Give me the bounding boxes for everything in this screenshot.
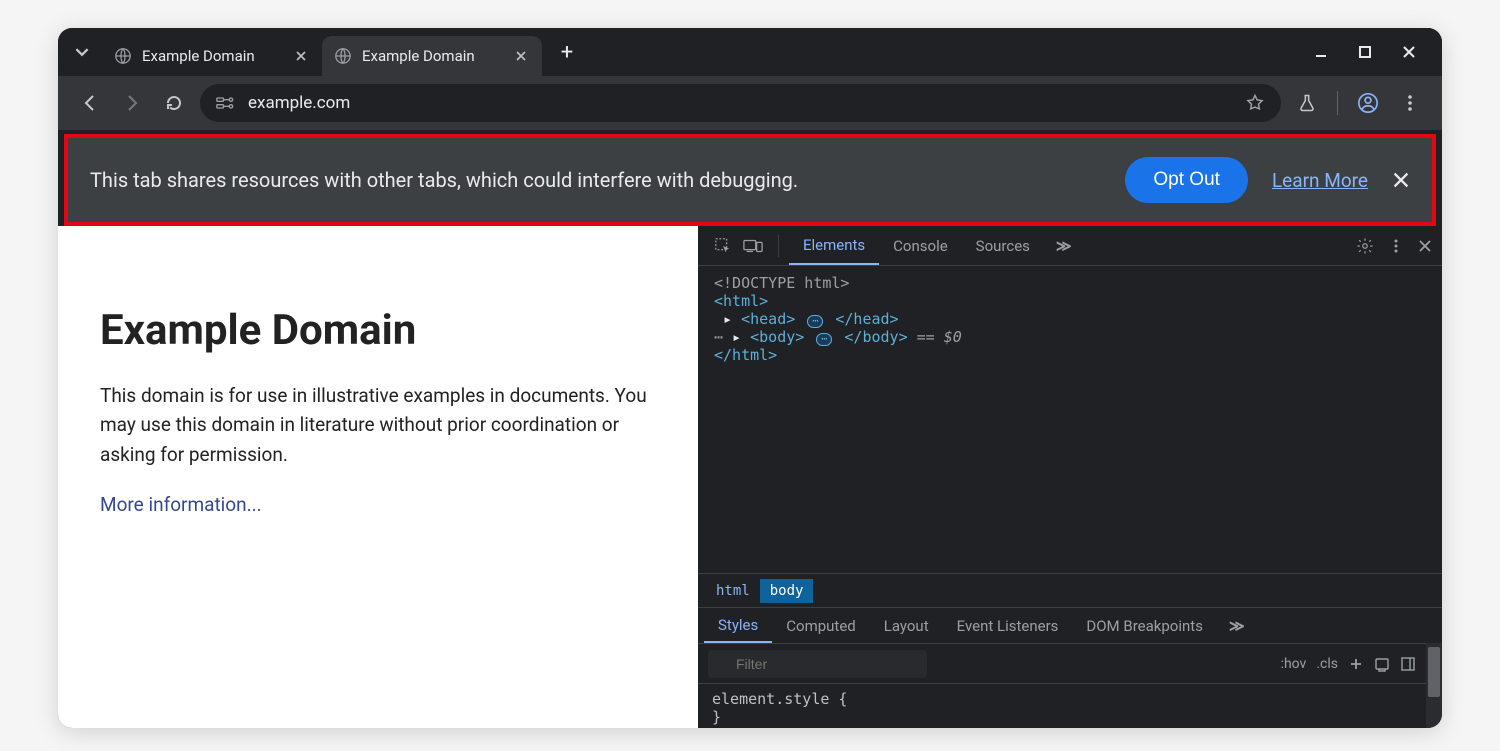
- toggle-panel-icon[interactable]: [1400, 656, 1416, 672]
- tab-close-icon[interactable]: [292, 47, 310, 65]
- profile-icon[interactable]: [1352, 87, 1384, 119]
- maximize-button[interactable]: [1358, 45, 1372, 59]
- rule-selector: element.style {: [712, 690, 1412, 708]
- window-controls: [1314, 45, 1442, 59]
- minimize-button[interactable]: [1314, 45, 1328, 59]
- styles-scrollbar[interactable]: [1426, 643, 1442, 728]
- styles-filter-bar: :hov .cls: [698, 643, 1426, 683]
- new-style-rule-icon[interactable]: [1348, 656, 1364, 672]
- crumb-html[interactable]: html: [706, 579, 760, 603]
- devtools-tab-elements[interactable]: Elements: [789, 226, 879, 265]
- styles-filter-input[interactable]: [708, 650, 927, 678]
- address-bar[interactable]: example.com: [200, 84, 1281, 122]
- toolbar: example.com: [58, 76, 1442, 130]
- info-banner-highlight: This tab shares resources with other tab…: [64, 134, 1436, 226]
- devtools-tab-console[interactable]: Console: [879, 226, 962, 265]
- device-toggle-icon[interactable]: [738, 238, 768, 254]
- subtab-styles[interactable]: Styles: [704, 608, 772, 643]
- subtab-dom-breakpoints[interactable]: DOM Breakpoints: [1072, 608, 1217, 643]
- styles-lower: :hov .cls element.style { }: [698, 643, 1442, 728]
- new-tab-button[interactable]: +: [552, 37, 582, 67]
- tab-close-icon[interactable]: [512, 47, 530, 65]
- labs-icon[interactable]: [1291, 87, 1323, 119]
- separator: [1337, 91, 1338, 115]
- separator: [778, 235, 779, 257]
- tab-active[interactable]: Example Domain: [322, 36, 542, 76]
- devtools-settings-icon[interactable]: [1356, 237, 1374, 255]
- devtools-panel: Elements Console Sources ≫ <!DOCTYPE htm…: [698, 226, 1442, 728]
- styles-subtabs: Styles Computed Layout Event Listeners D…: [698, 607, 1442, 643]
- back-button[interactable]: [74, 87, 106, 119]
- page-heading: Example Domain: [100, 306, 656, 355]
- info-banner: This tab shares resources with other tab…: [68, 138, 1432, 222]
- tab-bar: Example Domain Example Domain +: [58, 28, 1442, 76]
- menu-icon[interactable]: [1394, 87, 1426, 119]
- subtab-layout[interactable]: Layout: [870, 608, 943, 643]
- dom-tree[interactable]: <!DOCTYPE html> <html> ▸ <head> ⋯ </head…: [698, 266, 1442, 573]
- selected-marker: == $0: [908, 328, 962, 346]
- globe-icon: [114, 47, 132, 65]
- page-paragraph: This domain is for use in illustrative e…: [100, 381, 656, 469]
- page-content: Example Domain This domain is for use in…: [58, 226, 698, 728]
- devtools-tabs-overflow[interactable]: ≫: [1048, 237, 1080, 255]
- cls-toggle[interactable]: .cls: [1316, 656, 1338, 672]
- forward-button[interactable]: [116, 87, 148, 119]
- more-info-link[interactable]: More information...: [100, 493, 262, 516]
- tab-search-dropdown[interactable]: [68, 38, 96, 66]
- inspect-icon[interactable]: [708, 237, 738, 255]
- tab-title: Example Domain: [142, 47, 282, 65]
- devtools-tab-sources[interactable]: Sources: [962, 226, 1044, 265]
- address-text: example.com: [248, 93, 350, 113]
- dom-html-close: </html>: [714, 346, 777, 364]
- hov-toggle[interactable]: :hov: [1281, 656, 1307, 672]
- dom-html-open: <html>: [714, 292, 768, 310]
- globe-icon: [334, 47, 352, 65]
- dom-head-close: </head>: [835, 310, 898, 328]
- devtools-tabs: Elements Console Sources ≫: [698, 226, 1442, 266]
- computed-styles-icon[interactable]: [1374, 656, 1390, 672]
- close-window-button[interactable]: [1402, 45, 1416, 59]
- dom-body-open: <body>: [750, 328, 804, 346]
- collapsed-badge[interactable]: ⋯: [807, 315, 823, 328]
- style-rules[interactable]: element.style { }: [698, 683, 1426, 728]
- subtab-computed[interactable]: Computed: [772, 608, 870, 643]
- browser-window: Example Domain Example Domain +: [58, 28, 1442, 728]
- learn-more-link[interactable]: Learn More: [1272, 169, 1368, 192]
- collapsed-badge[interactable]: ⋯: [816, 333, 832, 346]
- devtools-close-icon[interactable]: [1418, 237, 1432, 255]
- subtab-event-listeners[interactable]: Event Listeners: [943, 608, 1073, 643]
- reload-button[interactable]: [158, 87, 190, 119]
- crumb-body[interactable]: body: [760, 579, 814, 603]
- scrollbar-thumb[interactable]: [1428, 647, 1440, 697]
- dom-breadcrumbs: html body: [698, 573, 1442, 607]
- opt-out-button[interactable]: Opt Out: [1125, 157, 1248, 203]
- gutter-dots: ⋯: [714, 328, 723, 346]
- content-split: Example Domain This domain is for use in…: [58, 226, 1442, 728]
- rule-close: }: [712, 708, 1412, 726]
- dom-doctype: <!DOCTYPE html>: [714, 274, 849, 292]
- tab-inactive[interactable]: Example Domain: [102, 36, 322, 76]
- site-info-icon[interactable]: [216, 95, 236, 111]
- devtools-menu-icon[interactable]: [1388, 237, 1404, 255]
- banner-close-icon[interactable]: [1392, 171, 1410, 189]
- subtabs-overflow[interactable]: ≫: [1221, 617, 1253, 635]
- dom-head-open: <head>: [741, 310, 795, 328]
- dom-body-close: </body>: [844, 328, 907, 346]
- tab-title: Example Domain: [362, 47, 502, 65]
- bookmark-star-icon[interactable]: [1245, 93, 1265, 113]
- info-banner-text: This tab shares resources with other tab…: [90, 168, 1101, 192]
